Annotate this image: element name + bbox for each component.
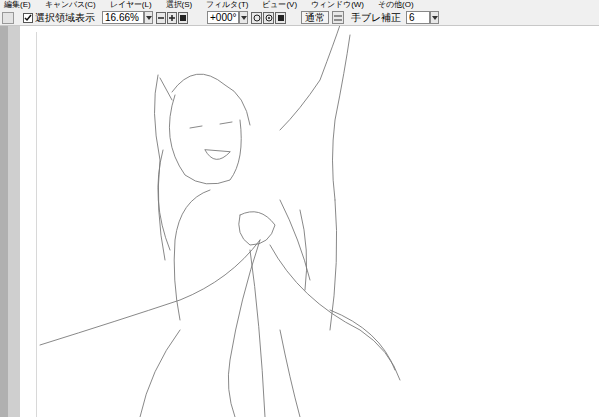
zoom-out-icon[interactable]: [156, 12, 166, 24]
stabilizer-label: 手ブレ補正: [351, 12, 401, 24]
zoom-dropdown-icon[interactable]: [144, 11, 153, 24]
zoom-in-icon[interactable]: [167, 12, 177, 24]
checkbox[interactable]: [23, 13, 33, 23]
menu-item[interactable]: 編集(E): [4, 0, 31, 10]
left-strip: [0, 26, 20, 417]
stabilizer-dropdown-icon[interactable]: [430, 11, 439, 24]
sketch-drawing: [20, 26, 599, 417]
rotation-value: +000°: [210, 12, 237, 24]
zoom-reset-icon[interactable]: [178, 12, 188, 24]
selection-display-label: 選択領域表示: [35, 12, 95, 24]
app-window: 編集(E) キャンバス(C) レイヤー(L) 選択(S) フィルタ(T) ビュー(V) ウィ…: [0, 0, 599, 417]
rotate-reset-icon[interactable]: [275, 12, 286, 24]
rotate-left-icon[interactable]: [251, 12, 262, 24]
check-icon: [24, 14, 32, 22]
flip-icon[interactable]: [332, 11, 344, 24]
menu-bar: 編集(E) キャンバス(C) レイヤー(L) 選択(S) フィルタ(T) ビュー(V) ウィ…: [0, 0, 599, 10]
zoom-field[interactable]: 16.66%: [102, 11, 144, 24]
menu-item[interactable]: キャンバス(C): [45, 0, 96, 10]
toolbar: 選択領域表示 16.66% +000° 通常 手ブレ補正 6: [0, 10, 599, 26]
menu-item[interactable]: レイヤー(L): [110, 0, 152, 10]
menu-item[interactable]: フィルタ(T): [206, 0, 248, 10]
menu-item[interactable]: 選択(S): [166, 0, 193, 10]
rotation-dropdown-icon[interactable]: [239, 11, 248, 24]
canvas[interactable]: [20, 26, 599, 417]
menu-item[interactable]: その他(O): [378, 0, 414, 10]
menu-item[interactable]: ビュー(V): [262, 0, 297, 10]
stabilizer-value: 6: [409, 12, 415, 24]
panel-toggle-icon[interactable]: [2, 12, 14, 24]
blend-mode-button[interactable]: 通常: [301, 11, 329, 24]
menu-item[interactable]: ウィンドウ(W): [311, 0, 364, 10]
workspace: [0, 26, 599, 417]
rotation-field[interactable]: +000°: [207, 11, 239, 24]
zoom-value: 16.66%: [105, 12, 139, 24]
rotate-right-icon[interactable]: [263, 12, 274, 24]
stabilizer-field[interactable]: 6: [406, 11, 430, 24]
selection-display-toggle[interactable]: 選択領域表示: [23, 12, 95, 24]
blend-mode-label: 通常: [305, 12, 325, 24]
